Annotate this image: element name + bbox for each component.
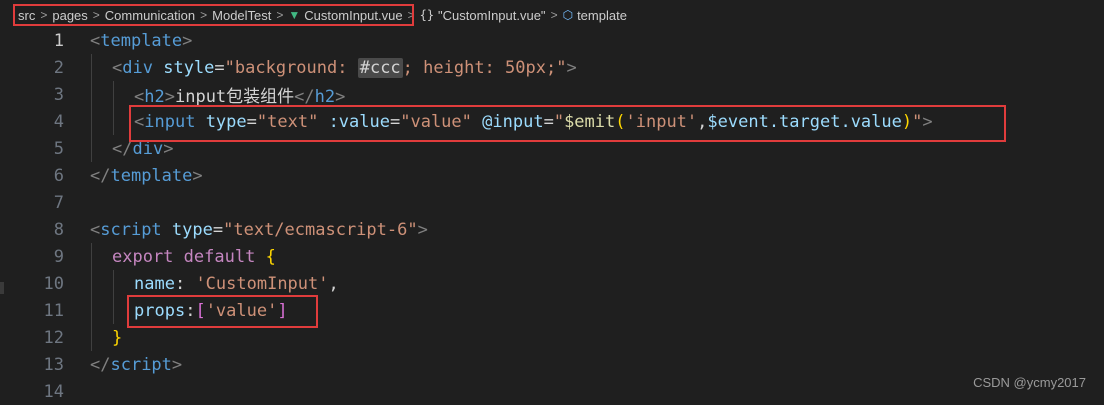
code-line: 1 <template>	[0, 27, 1104, 54]
line-number: 7	[53, 192, 64, 213]
breadcrumb: src > pages > Communication > ModelTest …	[0, 0, 1104, 30]
code-text: <input type="text" :value="value" @input…	[134, 111, 933, 132]
code-line: 3 <h2>input包装组件</h2>	[0, 81, 1104, 108]
breadcrumb-item-file[interactable]: ▼ CustomInput.vue	[288, 8, 402, 23]
breadcrumb-label: ModelTest	[212, 7, 272, 23]
scrollbar-marker	[0, 282, 4, 294]
chevron-right-icon: >	[276, 8, 284, 22]
code-text: <template>	[90, 30, 193, 51]
code-text: </div>	[112, 138, 174, 159]
line-number: 12	[43, 327, 64, 348]
code-text: <script type="text/ecmascript-6">	[90, 219, 428, 240]
code-line: 12 }	[0, 324, 1104, 351]
code-line: 9 export default {	[0, 243, 1104, 270]
code-text: props:['value']	[134, 300, 288, 321]
line-number: 9	[53, 246, 64, 267]
line-number: 5	[53, 138, 64, 159]
chevron-right-icon: >	[550, 8, 558, 22]
breadcrumb-item-src[interactable]: src	[18, 8, 35, 23]
chevron-right-icon: >	[92, 8, 100, 22]
code-text: </template>	[90, 165, 203, 186]
line-number: 6	[53, 165, 64, 186]
code-line: 10 name: 'CustomInput',	[0, 270, 1104, 297]
code-line: 4 <input type="text" :value="value" @inp…	[0, 108, 1104, 135]
code-text: export default {	[112, 246, 276, 267]
line-number: 10	[43, 273, 64, 294]
code-text: }	[112, 327, 123, 348]
line-number: 11	[43, 300, 64, 321]
vue-file-icon: ▼	[288, 8, 301, 22]
code-line: 2 <div style="background: #ccc; height: …	[0, 54, 1104, 81]
chevron-right-icon: >	[200, 8, 208, 22]
chevron-right-icon: >	[40, 8, 48, 22]
breadcrumb-item-module[interactable]: {} "CustomInput.vue"	[420, 8, 546, 23]
code-editor[interactable]: 1 <template> 2 <div style="background: #…	[0, 27, 1104, 402]
line-number: 4	[53, 111, 64, 132]
code-line: 14	[0, 378, 1104, 405]
code-text: <h2>input包装组件</h2>	[134, 87, 346, 107]
breadcrumb-label: CustomInput.vue	[304, 7, 403, 23]
code-line: 5 </div>	[0, 135, 1104, 162]
cube-icon: ⬡	[562, 8, 574, 22]
code-line: 13 </script>	[0, 351, 1104, 378]
code-text: <div style="background: #ccc; height: 50…	[112, 57, 577, 78]
line-number: 2	[53, 57, 64, 78]
code-line: 6 </template>	[0, 162, 1104, 189]
line-number: 3	[53, 84, 64, 105]
watermark: CSDN @ycmy2017	[973, 375, 1086, 390]
breadcrumb-label: template	[577, 7, 627, 23]
line-number: 1	[53, 30, 64, 51]
code-line: 8 <script type="text/ecmascript-6">	[0, 216, 1104, 243]
line-number: 13	[43, 354, 64, 375]
breadcrumb-label: src	[18, 7, 36, 23]
line-number: 8	[53, 219, 64, 240]
breadcrumb-label: "CustomInput.vue"	[438, 7, 546, 23]
breadcrumb-item-pages[interactable]: pages	[52, 8, 87, 23]
code-text: </script>	[90, 354, 183, 375]
braces-icon: {}	[419, 8, 435, 22]
breadcrumb-label: pages	[52, 7, 88, 23]
chevron-right-icon: >	[407, 8, 415, 22]
breadcrumb-item-template[interactable]: ⬡ template	[563, 8, 627, 23]
breadcrumb-item-modeltest[interactable]: ModelTest	[212, 8, 271, 23]
line-number: 14	[43, 381, 64, 402]
breadcrumb-item-communication[interactable]: Communication	[105, 8, 195, 23]
code-line: 11 props:['value']	[0, 297, 1104, 324]
code-line: 7	[0, 189, 1104, 216]
code-text: name: 'CustomInput',	[134, 273, 339, 294]
breadcrumb-label: Communication	[104, 7, 196, 23]
